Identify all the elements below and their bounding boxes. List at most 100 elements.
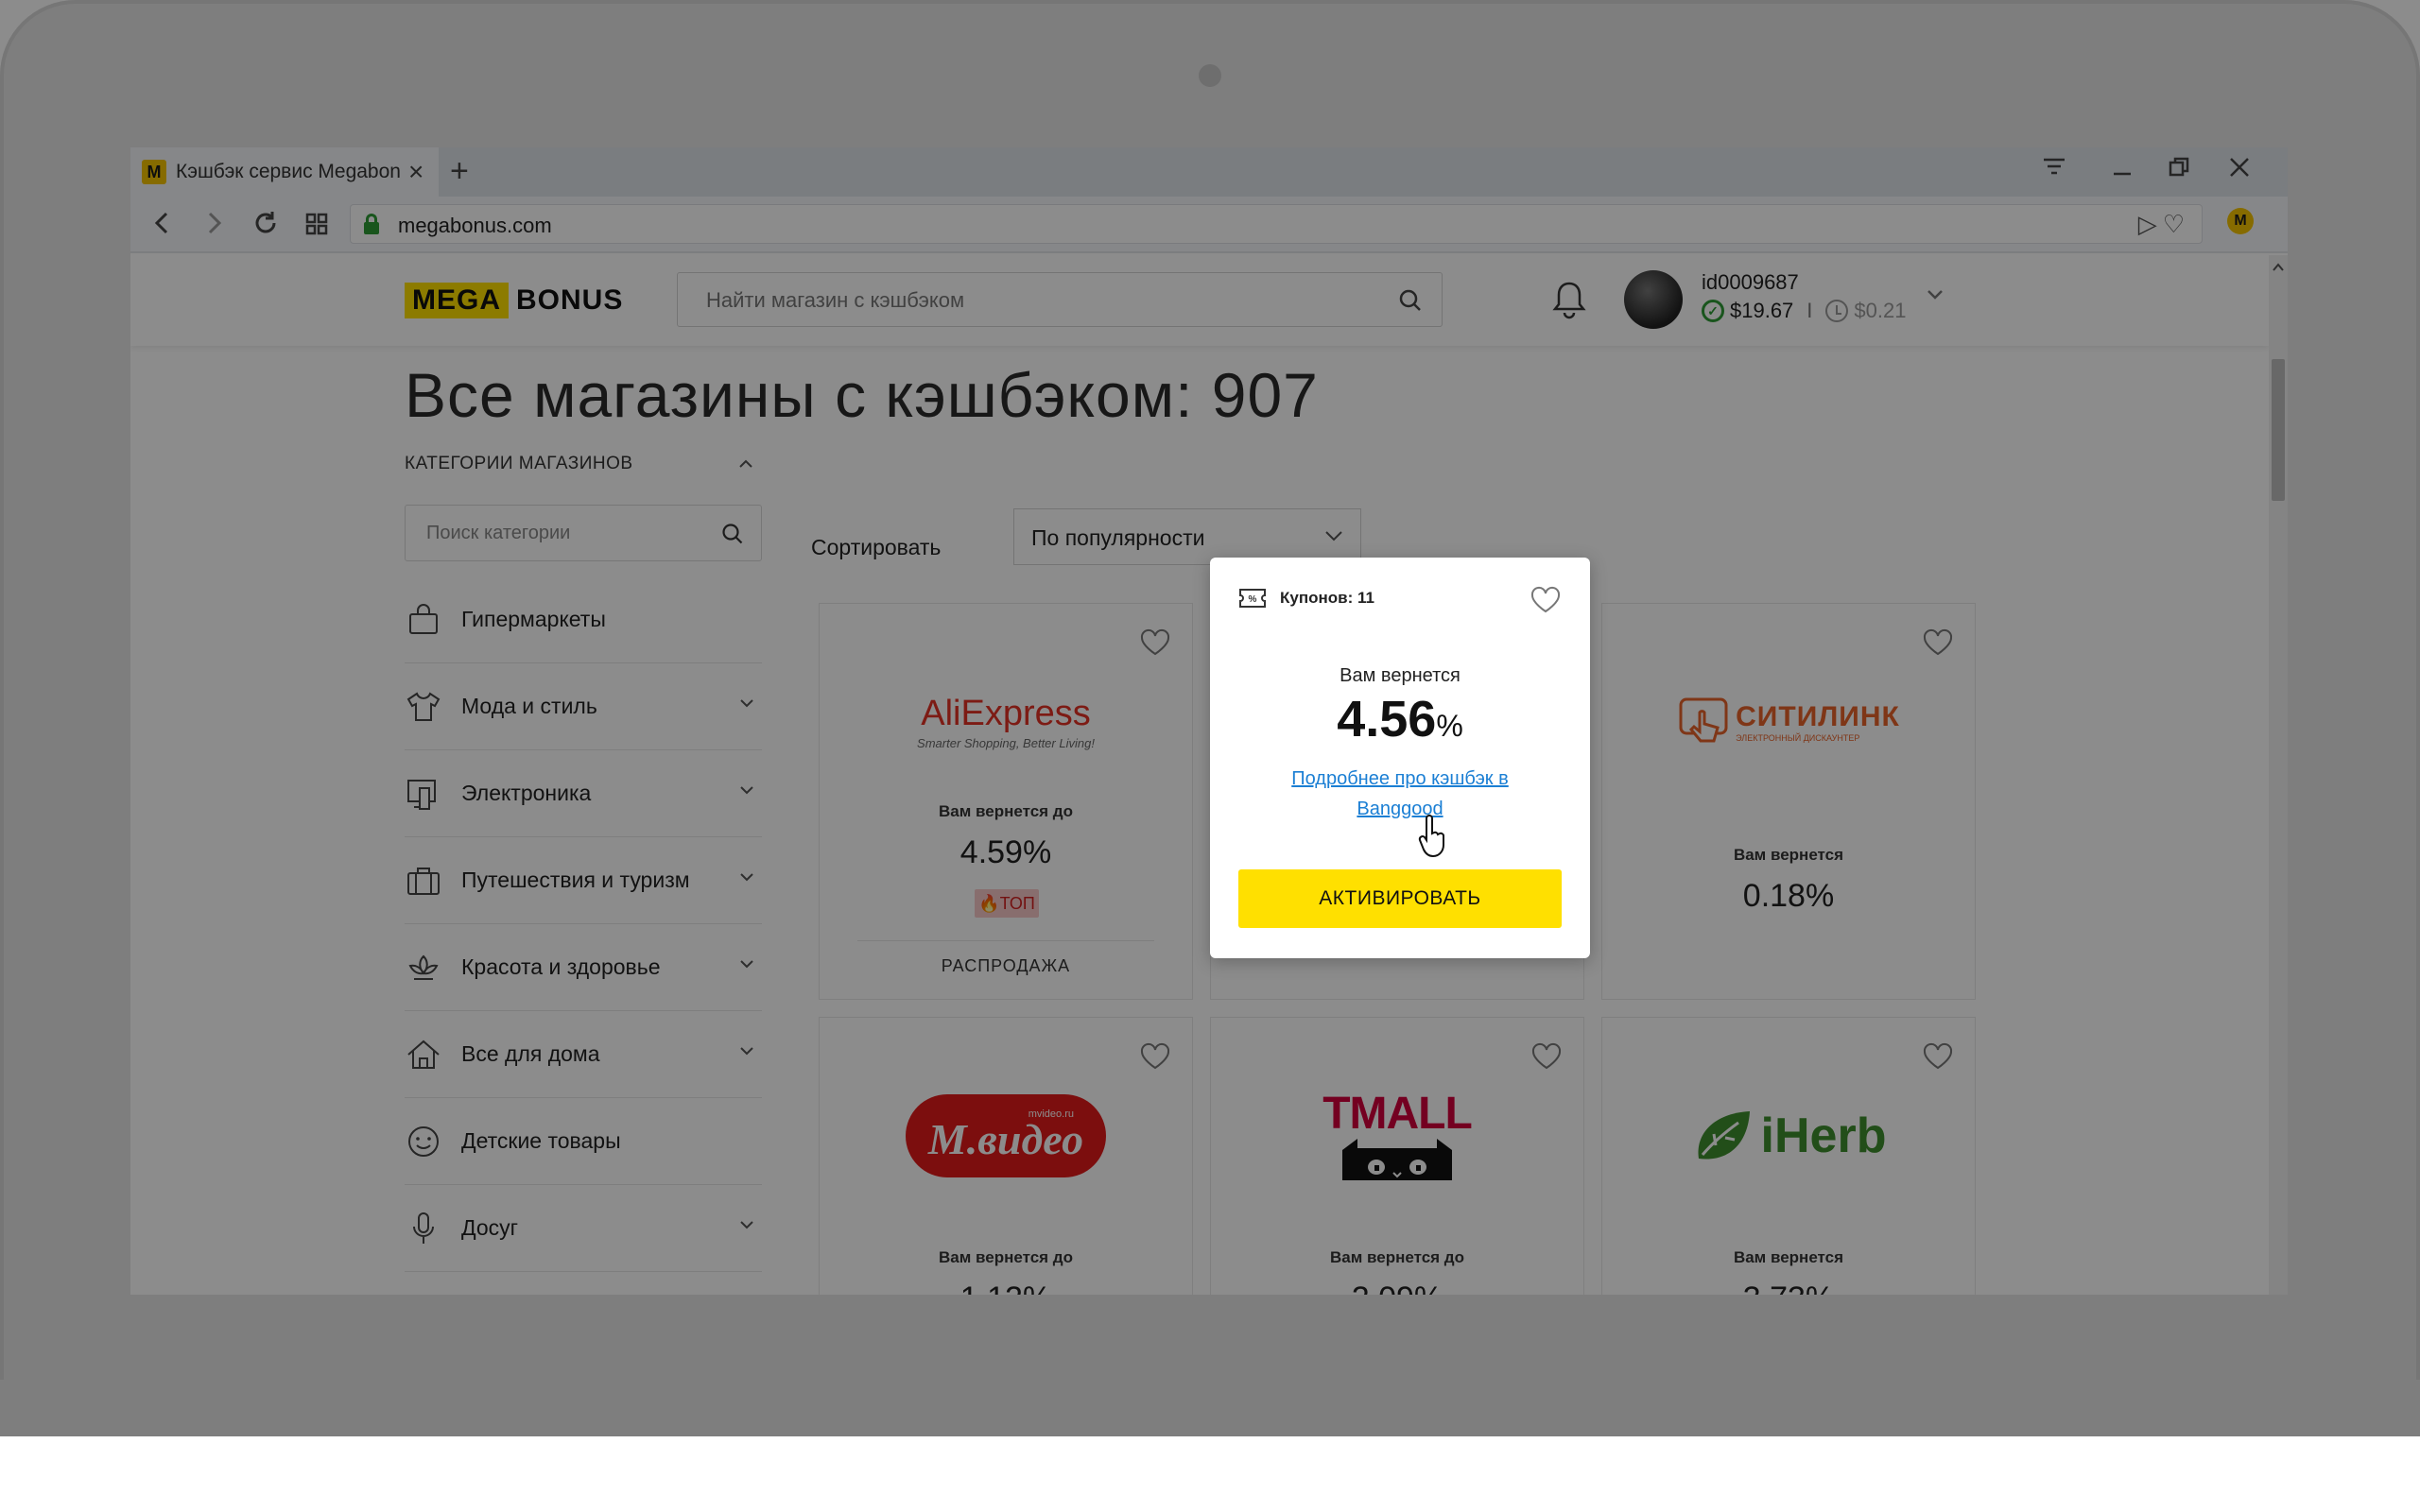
address-actions: ▷♡: [2138, 210, 2190, 239]
fire-icon: 🔥: [978, 893, 1000, 913]
category-label: Электроника: [461, 781, 592, 805]
coupons-count[interactable]: % Купонов: 11: [1238, 588, 1374, 609]
heart-icon[interactable]: [1922, 628, 1954, 657]
cashback-label: Вам вернется: [1340, 665, 1461, 686]
category-item-electronics[interactable]: Электроника: [405, 750, 762, 837]
category-item-travel[interactable]: Путешествия и туризм: [405, 837, 762, 924]
user-id[interactable]: id0009687: [1702, 270, 1799, 295]
category-item-kids[interactable]: Детские товары: [405, 1098, 762, 1185]
coupons-label: Купонов: 11: [1280, 589, 1374, 607]
category-item-fashion[interactable]: Мода и стиль: [405, 663, 762, 750]
chevron-down-icon[interactable]: [739, 696, 754, 711]
back-icon[interactable]: [149, 208, 176, 244]
category-sidebar: КАТЕГОРИИ МАГАЗИНОВ Поиск категории Гипе…: [405, 454, 762, 1272]
category-heading[interactable]: КАТЕГОРИИ МАГАЗИНОВ: [405, 454, 762, 482]
heart-icon[interactable]: [1139, 1042, 1171, 1071]
store-card-citilink[interactable]: СИТИЛИНК ЭЛЕКТРОННЫЙ ДИСКАУНТЕР Вам верн…: [1601, 603, 1976, 1000]
balance-separator: I: [1806, 299, 1813, 322]
bag-icon: [409, 603, 438, 634]
cashback-label: Вам вернется: [1733, 1248, 1844, 1266]
sort-select[interactable]: По популярности: [1013, 508, 1361, 565]
category-search-input[interactable]: Поиск категории: [405, 505, 762, 561]
cashback-details-link[interactable]: Подробнее про кэшбэк в Banggood: [1267, 764, 1533, 824]
chevron-up-icon[interactable]: [737, 455, 754, 472]
search-icon[interactable]: [1396, 286, 1425, 315]
reload-icon[interactable]: [251, 208, 280, 244]
close-tab-icon[interactable]: ×: [408, 159, 424, 185]
navigation-bar: megabonus.com ▷♡ M: [130, 197, 2288, 253]
search-icon[interactable]: [719, 521, 746, 547]
category-item-beauty[interactable]: Красота и здоровье: [405, 924, 762, 1011]
tabs-grid-icon[interactable]: [302, 208, 331, 244]
aliexpress-logo: AliExpress Smarter Shopping, Better Livi…: [820, 661, 1192, 783]
minimize-icon[interactable]: [2108, 153, 2136, 188]
store-card-tmall[interactable]: TMALL Вам вернется до 2.09%: [1210, 1017, 1584, 1295]
close-window-icon[interactable]: [2225, 153, 2254, 188]
store-logo-text: СИТИЛИНК: [1736, 701, 1900, 732]
heart-icon[interactable]: [1530, 1042, 1563, 1071]
avatar[interactable]: [1624, 270, 1683, 329]
shirt-icon: [406, 691, 441, 721]
cashback-label: Вам вернется: [1733, 846, 1844, 864]
category-item-leisure[interactable]: Досуг: [405, 1185, 762, 1272]
home-icon: [407, 1040, 440, 1069]
sort-selected-value: По популярности: [1031, 525, 1205, 550]
scrollbar-thumb[interactable]: [2272, 359, 2285, 501]
chevron-down-icon[interactable]: [739, 1217, 754, 1232]
category-label: Все для дома: [461, 1041, 600, 1066]
store-card-mvideo[interactable]: mvideo.ru М.видео Вам вернется до 1.12%: [819, 1017, 1193, 1295]
chevron-down-icon[interactable]: [739, 956, 754, 971]
heart-icon[interactable]: [1139, 628, 1171, 657]
store-card-aliexpress[interactable]: AliExpress Smarter Shopping, Better Livi…: [819, 603, 1193, 1000]
page-content: MEGA BONUS Найти магазин с кэшбэком id000…: [130, 255, 2269, 1295]
send-icon[interactable]: ▷: [2138, 210, 2163, 238]
heart-icon[interactable]: [1922, 1042, 1954, 1071]
logo-mega: MEGA: [405, 283, 509, 318]
tab-list-icon[interactable]: [2040, 153, 2068, 188]
page-scrollbar[interactable]: [2269, 255, 2288, 1295]
store-logo-text: AliExpress: [921, 694, 1091, 733]
cashback-value: 0.18%: [1742, 878, 1835, 914]
page-bottom-margin: [0, 1436, 2420, 1512]
hand-cursor-icon: [1418, 815, 1444, 858]
new-tab-button[interactable]: +: [450, 155, 469, 187]
notifications-bell-icon[interactable]: [1548, 278, 1590, 321]
sort-label: Сортировать: [811, 535, 942, 559]
category-label: Мода и стиль: [461, 694, 597, 718]
category-label: Гипермаркеты: [461, 607, 606, 631]
category-label: Путешествия и туризм: [461, 868, 690, 892]
suitcase-icon: [407, 867, 440, 895]
category-label: Детские товары: [461, 1128, 621, 1153]
category-item-hypermarkets[interactable]: Гипермаркеты: [405, 576, 762, 663]
category-item-home[interactable]: Все для дома: [405, 1011, 762, 1098]
category-list: Гипермаркеты Мода и стиль Электроника Пу…: [405, 576, 762, 1272]
restore-icon[interactable]: [2165, 153, 2193, 188]
user-menu-chevron-icon[interactable]: [1925, 284, 1945, 304]
category-label: Красота и здоровье: [461, 954, 661, 979]
store-card-banggood-hover[interactable]: % Купонов: 11 Вам вернется 4.56% Подробн…: [1210, 558, 1590, 958]
site-logo[interactable]: MEGA BONUS: [405, 282, 631, 319]
store-card-iherb[interactable]: iHerb Вам вернется 3.73%: [1601, 1017, 1976, 1295]
category-heading-label: КАТЕГОРИИ МАГАЗИНОВ: [405, 454, 633, 473]
cashback-percent-sign: %: [1436, 709, 1463, 743]
megabonus-extension-icon[interactable]: M: [2227, 208, 2254, 234]
scroll-up-icon[interactable]: [2272, 261, 2285, 274]
chevron-down-icon[interactable]: [739, 782, 754, 798]
address-bar[interactable]: megabonus.com ▷♡: [350, 204, 2203, 244]
browser-window: M Кэшбэк сервис Megabonus × + megabonus.…: [130, 147, 2288, 1295]
chevron-down-icon[interactable]: [739, 1043, 754, 1058]
sale-footer[interactable]: РАСПРОДАЖА: [857, 940, 1154, 976]
lotus-icon: [408, 954, 439, 980]
heart-icon[interactable]: [1530, 586, 1562, 614]
browser-tab[interactable]: M Кэшбэк сервис Megabonus ×: [130, 147, 439, 197]
store-search-input[interactable]: Найти магазин с кэшбэком: [677, 272, 1443, 327]
activate-button[interactable]: АКТИВИРОВАТЬ: [1238, 869, 1562, 928]
bookmark-heart-icon[interactable]: ♡: [2163, 210, 2190, 238]
tmall-cat-icon: [1342, 1139, 1452, 1180]
chevron-down-icon[interactable]: [739, 869, 754, 885]
cashback-number: 4.56: [1337, 691, 1437, 747]
forward-icon[interactable]: [200, 208, 227, 244]
store-logo-text: TMALL: [1322, 1089, 1473, 1139]
coupon-icon: %: [1239, 589, 1266, 608]
cashback-value: 3.73%: [1602, 1280, 1975, 1295]
